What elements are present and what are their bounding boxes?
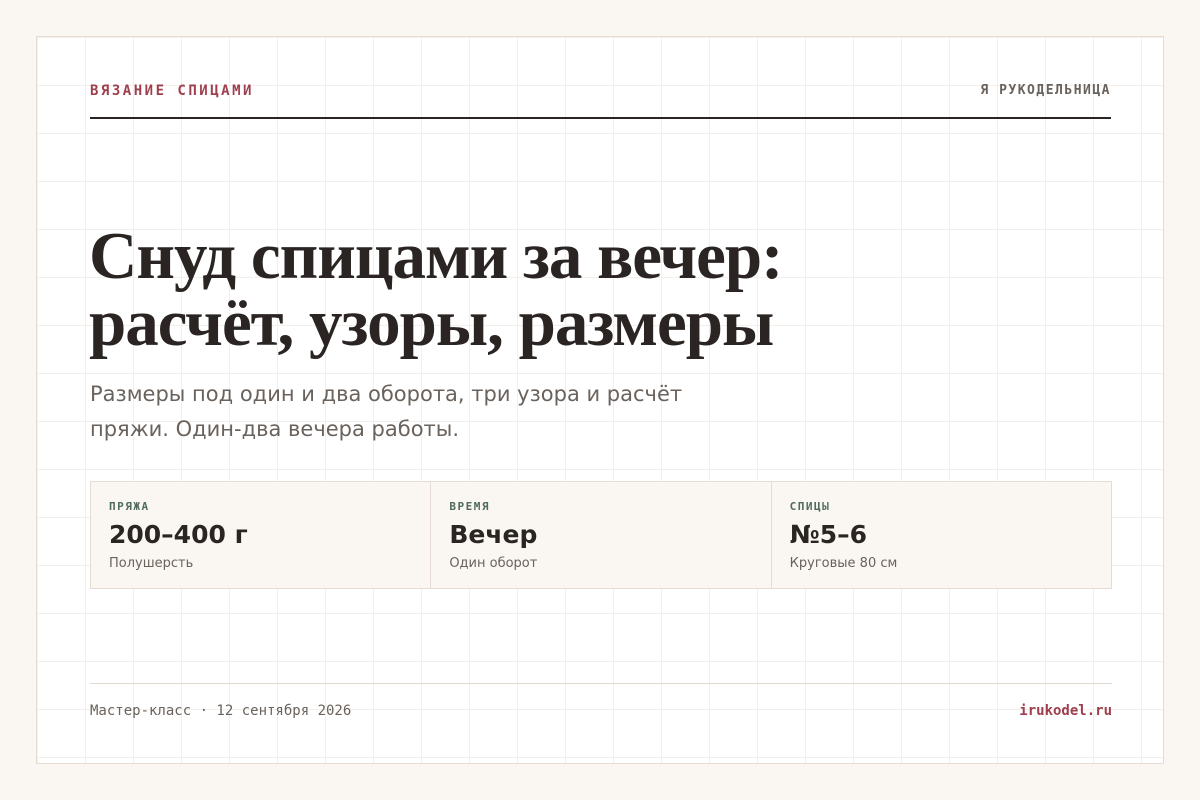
stat-note: Круговые 80 см <box>789 556 898 571</box>
stat-value: №5–6 <box>789 520 868 549</box>
article-card: ВЯЗАНИЕ СПИЦАМИ Я РУКОДЕЛЬНИЦА Снуд спиц… <box>36 36 1164 764</box>
footer-meta: Мастер-класс · 12 сентября 2026 <box>90 703 352 719</box>
stat-label: ВРЕМЯ <box>449 500 490 513</box>
card-header: ВЯЗАНИЕ СПИЦАМИ Я РУКОДЕЛЬНИЦА <box>90 83 1111 119</box>
stat-label: СПИЦЫ <box>789 500 831 513</box>
title-line-1: Снуд спицами за вечер: <box>89 219 783 293</box>
stats-panel: ПРЯЖА 200–400 г Полушерсть ВРЕМЯ Вечер О… <box>90 481 1112 589</box>
brand-name[interactable]: Я РУКОДЕЛЬНИЦА <box>980 83 1111 98</box>
card-footer: Мастер-класс · 12 сентября 2026 irukodel… <box>90 683 1112 719</box>
page-title: Снуд спицами за вечер: расчёт, узоры, ра… <box>89 223 1069 357</box>
stat-needles: СПИЦЫ №5–6 Круговые 80 см <box>770 482 1111 588</box>
stat-note: Один оборот <box>449 556 538 571</box>
stat-label: ПРЯЖА <box>109 500 150 513</box>
stat-yarn: ПРЯЖА 200–400 г Полушерсть <box>91 482 430 588</box>
stat-value: Вечер <box>449 520 538 549</box>
site-link[interactable]: irukodel.ru <box>1019 703 1112 719</box>
title-line-2: расчёт, узоры, размеры <box>89 286 774 360</box>
section-label[interactable]: ВЯЗАНИЕ СПИЦАМИ <box>90 83 254 99</box>
page-subtitle: Размеры под один и два оборота, три узор… <box>90 382 683 441</box>
stat-note: Полушерсть <box>109 556 194 571</box>
stat-time: ВРЕМЯ Вечер Один оборот <box>430 482 770 588</box>
stat-value: 200–400 г <box>109 520 248 549</box>
